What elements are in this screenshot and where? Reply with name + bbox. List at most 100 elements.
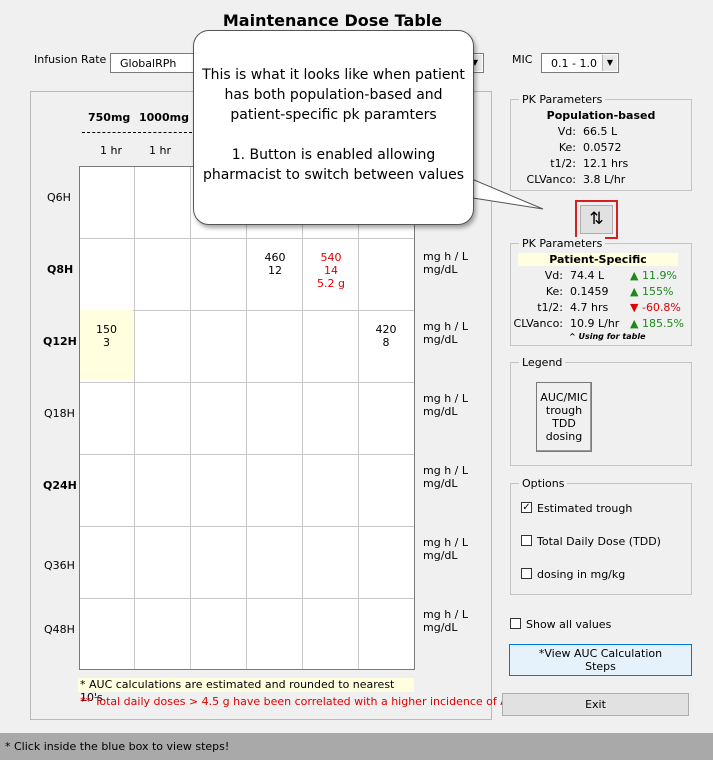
legend-line: AUC/MIC [540,391,588,404]
arrow-up-icon: ▲ [630,317,639,330]
tdd-checkbox[interactable] [521,535,532,546]
callout-line: pharmacist to switch between values [202,167,465,183]
column-time-1: 1 hr [100,144,122,157]
cell-trough: 14 [324,264,338,277]
grid-line [80,382,414,383]
grid-line [246,167,247,669]
legend-line: dosing [545,430,583,443]
annotation-callout: This is what it looks like when patient … [193,30,474,225]
pk-value: 66.5 L [583,125,618,138]
pk-patient-note: ^ Using for table [569,332,646,341]
dosing-mgkg-checkbox[interactable] [521,568,532,579]
pk-change-up: ▲ 185.5% [630,317,684,330]
estimated-trough-checkbox[interactable]: ✓ [521,502,532,513]
callout-line: This is what it looks like when patient [202,67,465,83]
row-label-q8h: Q8H [47,263,74,276]
pk-value: 0.0572 [583,141,622,154]
row-units: mg h / Lmg/dL [423,320,468,346]
cell-q8h-4[interactable]: 460 12 [248,251,302,277]
column-dose-1: 750mg [88,111,131,124]
estimated-trough-label: Estimated trough [537,502,633,515]
row-label-q36h: Q36H [44,559,75,572]
infusion-rate-value: GlobalRPh [120,57,177,70]
pk-label: Vd: [544,269,563,282]
column-time-2: 1 hr [149,144,171,157]
cell-auc: 540 [320,251,342,264]
view-auc-line: Steps [585,660,616,673]
mic-label: MIC [512,53,533,66]
callout-line: has both population-based and [224,87,443,103]
show-all-values-label: Show all values [526,618,612,631]
mic-select[interactable]: 0.1 - 1.0 ▼ [541,53,619,73]
callout-tail-join [464,168,473,192]
pk-value: 12.1 hrs [583,157,629,170]
grid-line [80,526,414,527]
pk-value: 10.9 L/hr [570,317,620,330]
dosing-mgkg-label: dosing in mg/kg [537,568,626,581]
cell-auc: 150 [96,323,117,336]
row-label-q24h: Q24H [43,479,77,492]
cell-q12h-6[interactable]: 420 8 [359,323,413,349]
grid-line [134,167,135,669]
row-units: mg h / Lmg/dL [423,536,468,562]
pk-change-down: ▼ -60.8% [630,301,681,314]
callout-line: patient-specific pk paramters [230,107,437,123]
mic-value: 0.1 - 1.0 [551,57,597,70]
options-group: Options ✓ Estimated trough Total Daily D… [510,477,692,595]
view-auc-line: *View AUC Calculation [538,647,663,660]
row-label-q6h: Q6H [47,191,71,204]
tdd-label: Total Daily Dose (TDD) [537,535,661,548]
infusion-rate-label: Infusion Rate [34,53,107,66]
cell-trough: 12 [268,264,282,277]
pk-patient-group: PK Parameters Patient-Specific Vd: 74.4 … [510,237,692,346]
legend-line: trough [545,404,583,417]
pk-label: Vd: [557,125,576,138]
pk-label: Ke: [545,285,563,298]
view-auc-steps-button[interactable]: *View AUC Calculation Steps [509,644,692,676]
options-title: Options [519,477,568,490]
row-units: mg h / Lmg/dL [423,392,468,418]
auc-note: * AUC calculations are estimated and rou… [78,678,414,704]
pk-patient-heading: Patient-Specific [518,253,678,266]
cell-trough: 3 [103,336,110,349]
arrow-up-icon: ▲ [630,269,639,282]
cell-tdd: 5.2 g [317,277,345,290]
legend-title: Legend [519,356,566,369]
grid-line [80,454,414,455]
cell-q12h-1[interactable]: 150 3 [80,323,133,349]
window-title: Maintenance Dose Table [222,11,443,30]
column-divider [82,132,192,133]
pk-label: t1/2: [550,157,576,170]
exit-button[interactable]: Exit [502,693,689,716]
chevron-down-icon[interactable]: ▼ [602,55,617,71]
pk-label: Ke: [558,141,576,154]
row-units: mg h / Lmg/dL [423,464,468,490]
legend-line: TDD [552,417,576,430]
status-bar: * Click inside the blue box to view step… [0,733,713,760]
callout-line: 1. Button is enabled allowing [231,147,436,163]
pk-value: 3.8 L/hr [583,173,626,186]
grid-line [302,167,303,669]
legend-group: Legend AUC/MIC trough TDD dosing [510,356,692,466]
cell-auc: 420 [375,323,397,336]
row-label-q18h: Q18H [44,407,75,420]
row-units: mg h / Lmg/dL [423,250,468,276]
swap-vertical-icon[interactable]: ⇅ [580,205,613,234]
pk-value: 4.7 hrs [570,301,609,314]
grid-line [358,167,359,669]
grid-line [80,598,414,599]
legend-button[interactable]: AUC/MIC trough TDD dosing [536,382,592,452]
tdd-note: ** Total daily doses > 4.5 g have been c… [80,695,519,708]
show-all-values-checkbox[interactable] [510,618,521,629]
pk-value: 0.1459 [570,285,609,298]
pk-patient-title: PK Parameters [519,237,606,250]
cell-q8h-5[interactable]: 540 14 5.2 g [304,251,358,290]
pk-value: 74.4 L [570,269,605,282]
row-label-q12h: Q12H [43,335,77,348]
row-units: mg h / Lmg/dL [423,608,468,634]
pk-population-title: PK Parameters [519,93,606,106]
column-dose-2: 1000mg [139,111,189,124]
pk-label: t1/2: [537,301,563,314]
dose-grid [79,166,415,670]
grid-line [80,238,414,239]
